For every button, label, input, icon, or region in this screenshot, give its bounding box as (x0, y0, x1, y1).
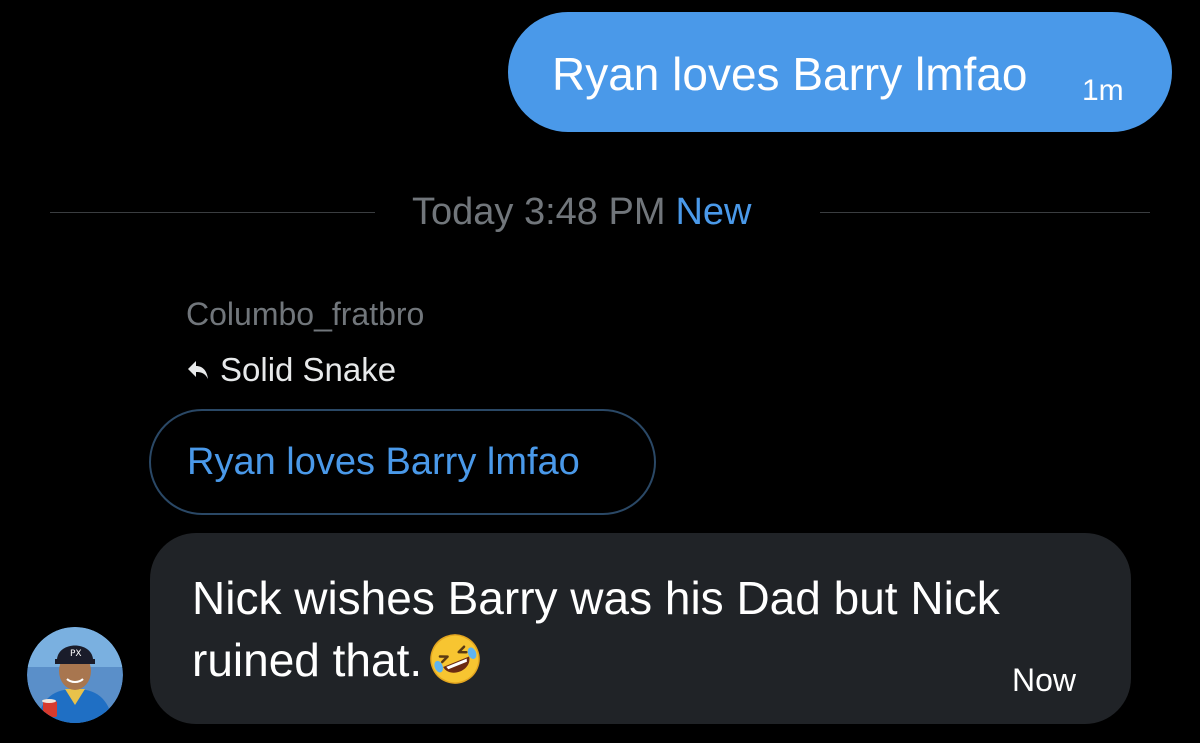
incoming-message-text: Nick wishes Barry was his Dad but Nick r… (192, 567, 1092, 691)
date-divider: Today 3:48 PM New (412, 190, 752, 234)
incoming-message-time: Now (1012, 662, 1077, 698)
incoming-message-bubble[interactable]: Nick wishes Barry was his Dad but Nick r… (150, 533, 1131, 724)
divider-time: Today 3:48 PM (412, 191, 666, 233)
reply-arrow-icon (186, 359, 210, 381)
quoted-message-bubble[interactable]: Ryan loves Barry lmfao (149, 409, 656, 515)
quoted-message-text: Ryan loves Barry lmfao (187, 441, 580, 483)
incoming-message-line-2: ruined that. (192, 634, 423, 686)
reply-indicator: Solid Snake (186, 350, 396, 390)
svg-text:PX: PX (70, 649, 82, 659)
outgoing-message-bubble[interactable]: Ryan loves Barry lmfao 1m (508, 12, 1172, 132)
incoming-message-line-1: Nick wishes Barry was his Dad but Nick (192, 572, 1000, 624)
rolling-on-the-floor-laughing-emoji-icon (428, 632, 482, 686)
reply-to-name: Solid Snake (220, 351, 397, 388)
divider-line-right (820, 212, 1150, 213)
new-messages-label: New (675, 191, 752, 233)
outgoing-message-text: Ryan loves Barry lmfao (552, 48, 1028, 100)
sender-name[interactable]: Columbo_fratbro (186, 295, 424, 333)
outgoing-message-time: 1m (1082, 74, 1124, 107)
avatar[interactable]: PX (27, 627, 123, 723)
divider-line-left (50, 212, 375, 213)
